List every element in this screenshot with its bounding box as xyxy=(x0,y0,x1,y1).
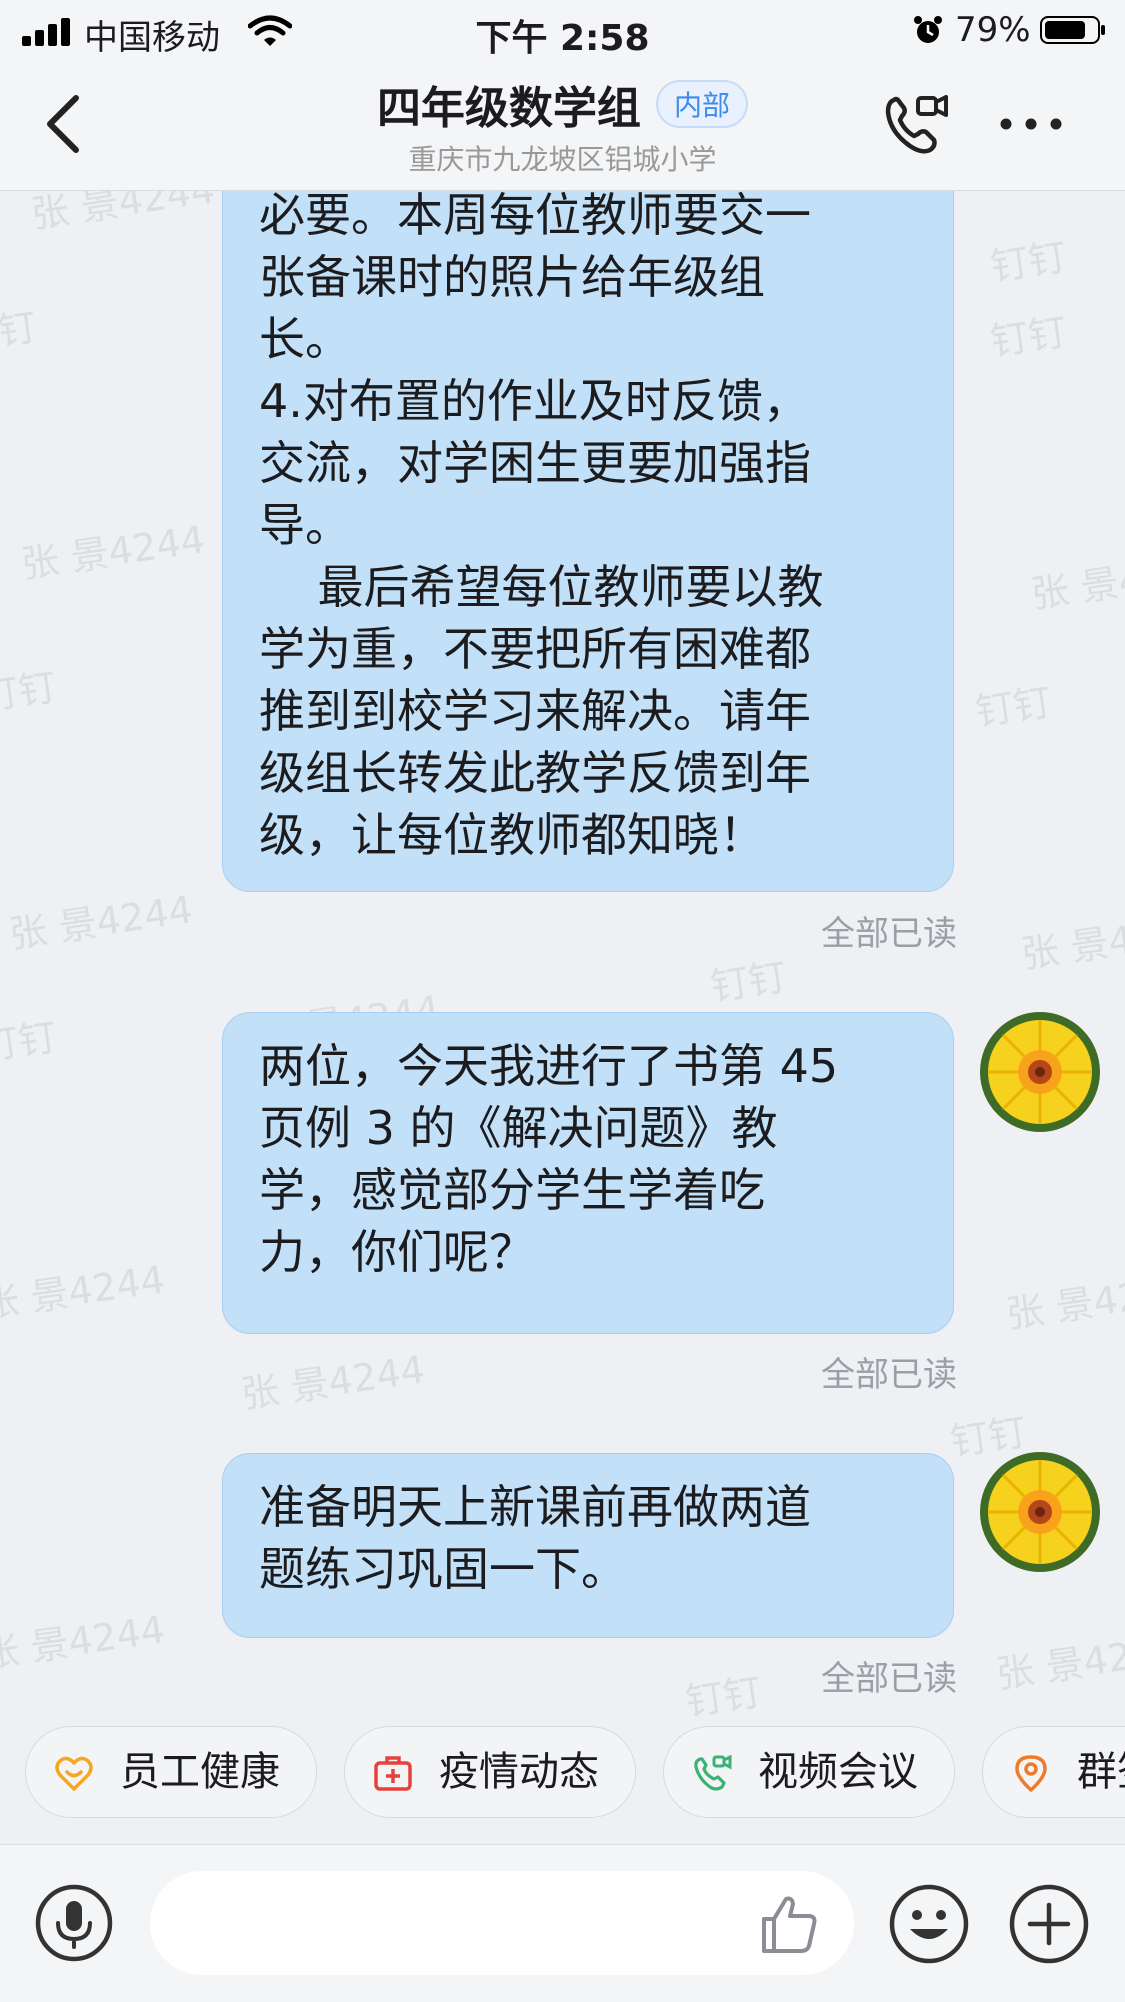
shortcut-label: 视频会议 xyxy=(758,1749,918,1795)
watermark: 钉钉 xyxy=(987,234,1070,290)
sunflower-avatar-icon xyxy=(980,1012,1100,1132)
watermark: 张 景4244 xyxy=(993,1627,1125,1697)
input-bar xyxy=(0,1844,1125,2002)
watermark: 张 景4244 xyxy=(0,1607,168,1677)
shortcut-video-meeting[interactable]: 视频会议 xyxy=(663,1726,955,1818)
watermark: 钉钉 xyxy=(0,304,40,360)
shortcut-label: 疫情动态 xyxy=(439,1749,599,1795)
read-status[interactable]: 全部已读 xyxy=(821,1651,957,1700)
watermark: 张 景4244 xyxy=(238,1347,428,1417)
watermark: 张 景4244 xyxy=(18,517,208,587)
emoji-icon[interactable] xyxy=(888,1883,970,1965)
message-input[interactable] xyxy=(150,1871,854,1975)
internal-badge: 内部 xyxy=(656,80,749,128)
battery-percent: 79% xyxy=(955,10,1031,50)
watermark: 张 景4244 xyxy=(1003,1267,1125,1337)
message-bubble[interactable]: 准备明天上新课前再做两道 题练习巩固一下。 xyxy=(222,1453,954,1638)
shortcut-label: 群签到 xyxy=(1077,1749,1125,1795)
title-row[interactable]: 四年级数学组 内部 xyxy=(0,72,1125,136)
read-status[interactable]: 全部已读 xyxy=(821,1347,957,1396)
thumbs-up-icon[interactable] xyxy=(756,1891,822,1957)
avatar[interactable] xyxy=(980,1452,1100,1572)
more-actions-icon[interactable] xyxy=(1008,1883,1090,1965)
read-status[interactable]: 全部已读 xyxy=(821,906,957,955)
watermark: 张 景4244 xyxy=(1018,907,1125,977)
watermark: 钉钉 xyxy=(707,954,790,1010)
watermark: 张 景4244 xyxy=(1028,547,1125,617)
alarm-icon xyxy=(914,16,942,43)
group-title: 四年级数学组 xyxy=(376,83,641,134)
message-bubble[interactable]: 必要。本周每位教师要交一 张备课时的照片给年级组 长。 4.对布置的作业及时反馈… xyxy=(222,191,954,892)
status-bar: 中国移动 下午 2:58 79% xyxy=(0,0,1125,60)
watermark: 张 景4244 xyxy=(0,1257,168,1327)
watermark: 钉钉 xyxy=(0,1014,60,1070)
shortcut-employee-health[interactable]: 员工健康 xyxy=(25,1726,317,1818)
watermark: 钉钉 xyxy=(987,309,1070,365)
shortcut-label: 员工健康 xyxy=(120,1749,280,1795)
call-icon[interactable] xyxy=(880,90,950,160)
battery-icon xyxy=(1040,16,1105,44)
voice-input-icon[interactable] xyxy=(34,1883,114,1963)
watermark: 钉钉 xyxy=(0,664,60,720)
shortcut-group-checkin[interactable]: 群签到 xyxy=(982,1726,1125,1818)
chat-header: 四年级数学组 内部 重庆市九龙坡区铝城小学 xyxy=(0,60,1125,191)
sunflower-avatar-icon xyxy=(980,1452,1100,1572)
shortcut-bar[interactable]: 员工健康 疫情动态 视频会议 群签到 xyxy=(0,1726,1125,1844)
watermark: 钉钉 xyxy=(972,679,1055,735)
message-bubble[interactable]: 两位，今天我进行了书第 45 页例 3 的《解决问题》教 学，感觉部分学生学着吃… xyxy=(222,1012,954,1334)
more-icon[interactable] xyxy=(998,114,1064,134)
medical-kit-icon xyxy=(374,1756,412,1791)
location-pin-icon xyxy=(1015,1755,1047,1792)
group-subtitle: 重庆市九龙坡区铝城小学 xyxy=(408,143,717,176)
shortcut-epidemic-news[interactable]: 疫情动态 xyxy=(344,1726,636,1818)
watermark: 张 景4244 xyxy=(6,887,196,957)
message-list[interactable]: 张 景4244 钉钉 钉钉 钉钉 张 景4244 张 景4244 钉钉 钉钉 张… xyxy=(0,191,1125,1726)
heart-smile-icon xyxy=(55,1756,93,1791)
avatar[interactable] xyxy=(980,1012,1100,1132)
watermark: 钉钉 xyxy=(682,1669,765,1725)
watermark: 张 景4244 xyxy=(28,191,218,237)
video-call-icon xyxy=(694,1754,732,1791)
